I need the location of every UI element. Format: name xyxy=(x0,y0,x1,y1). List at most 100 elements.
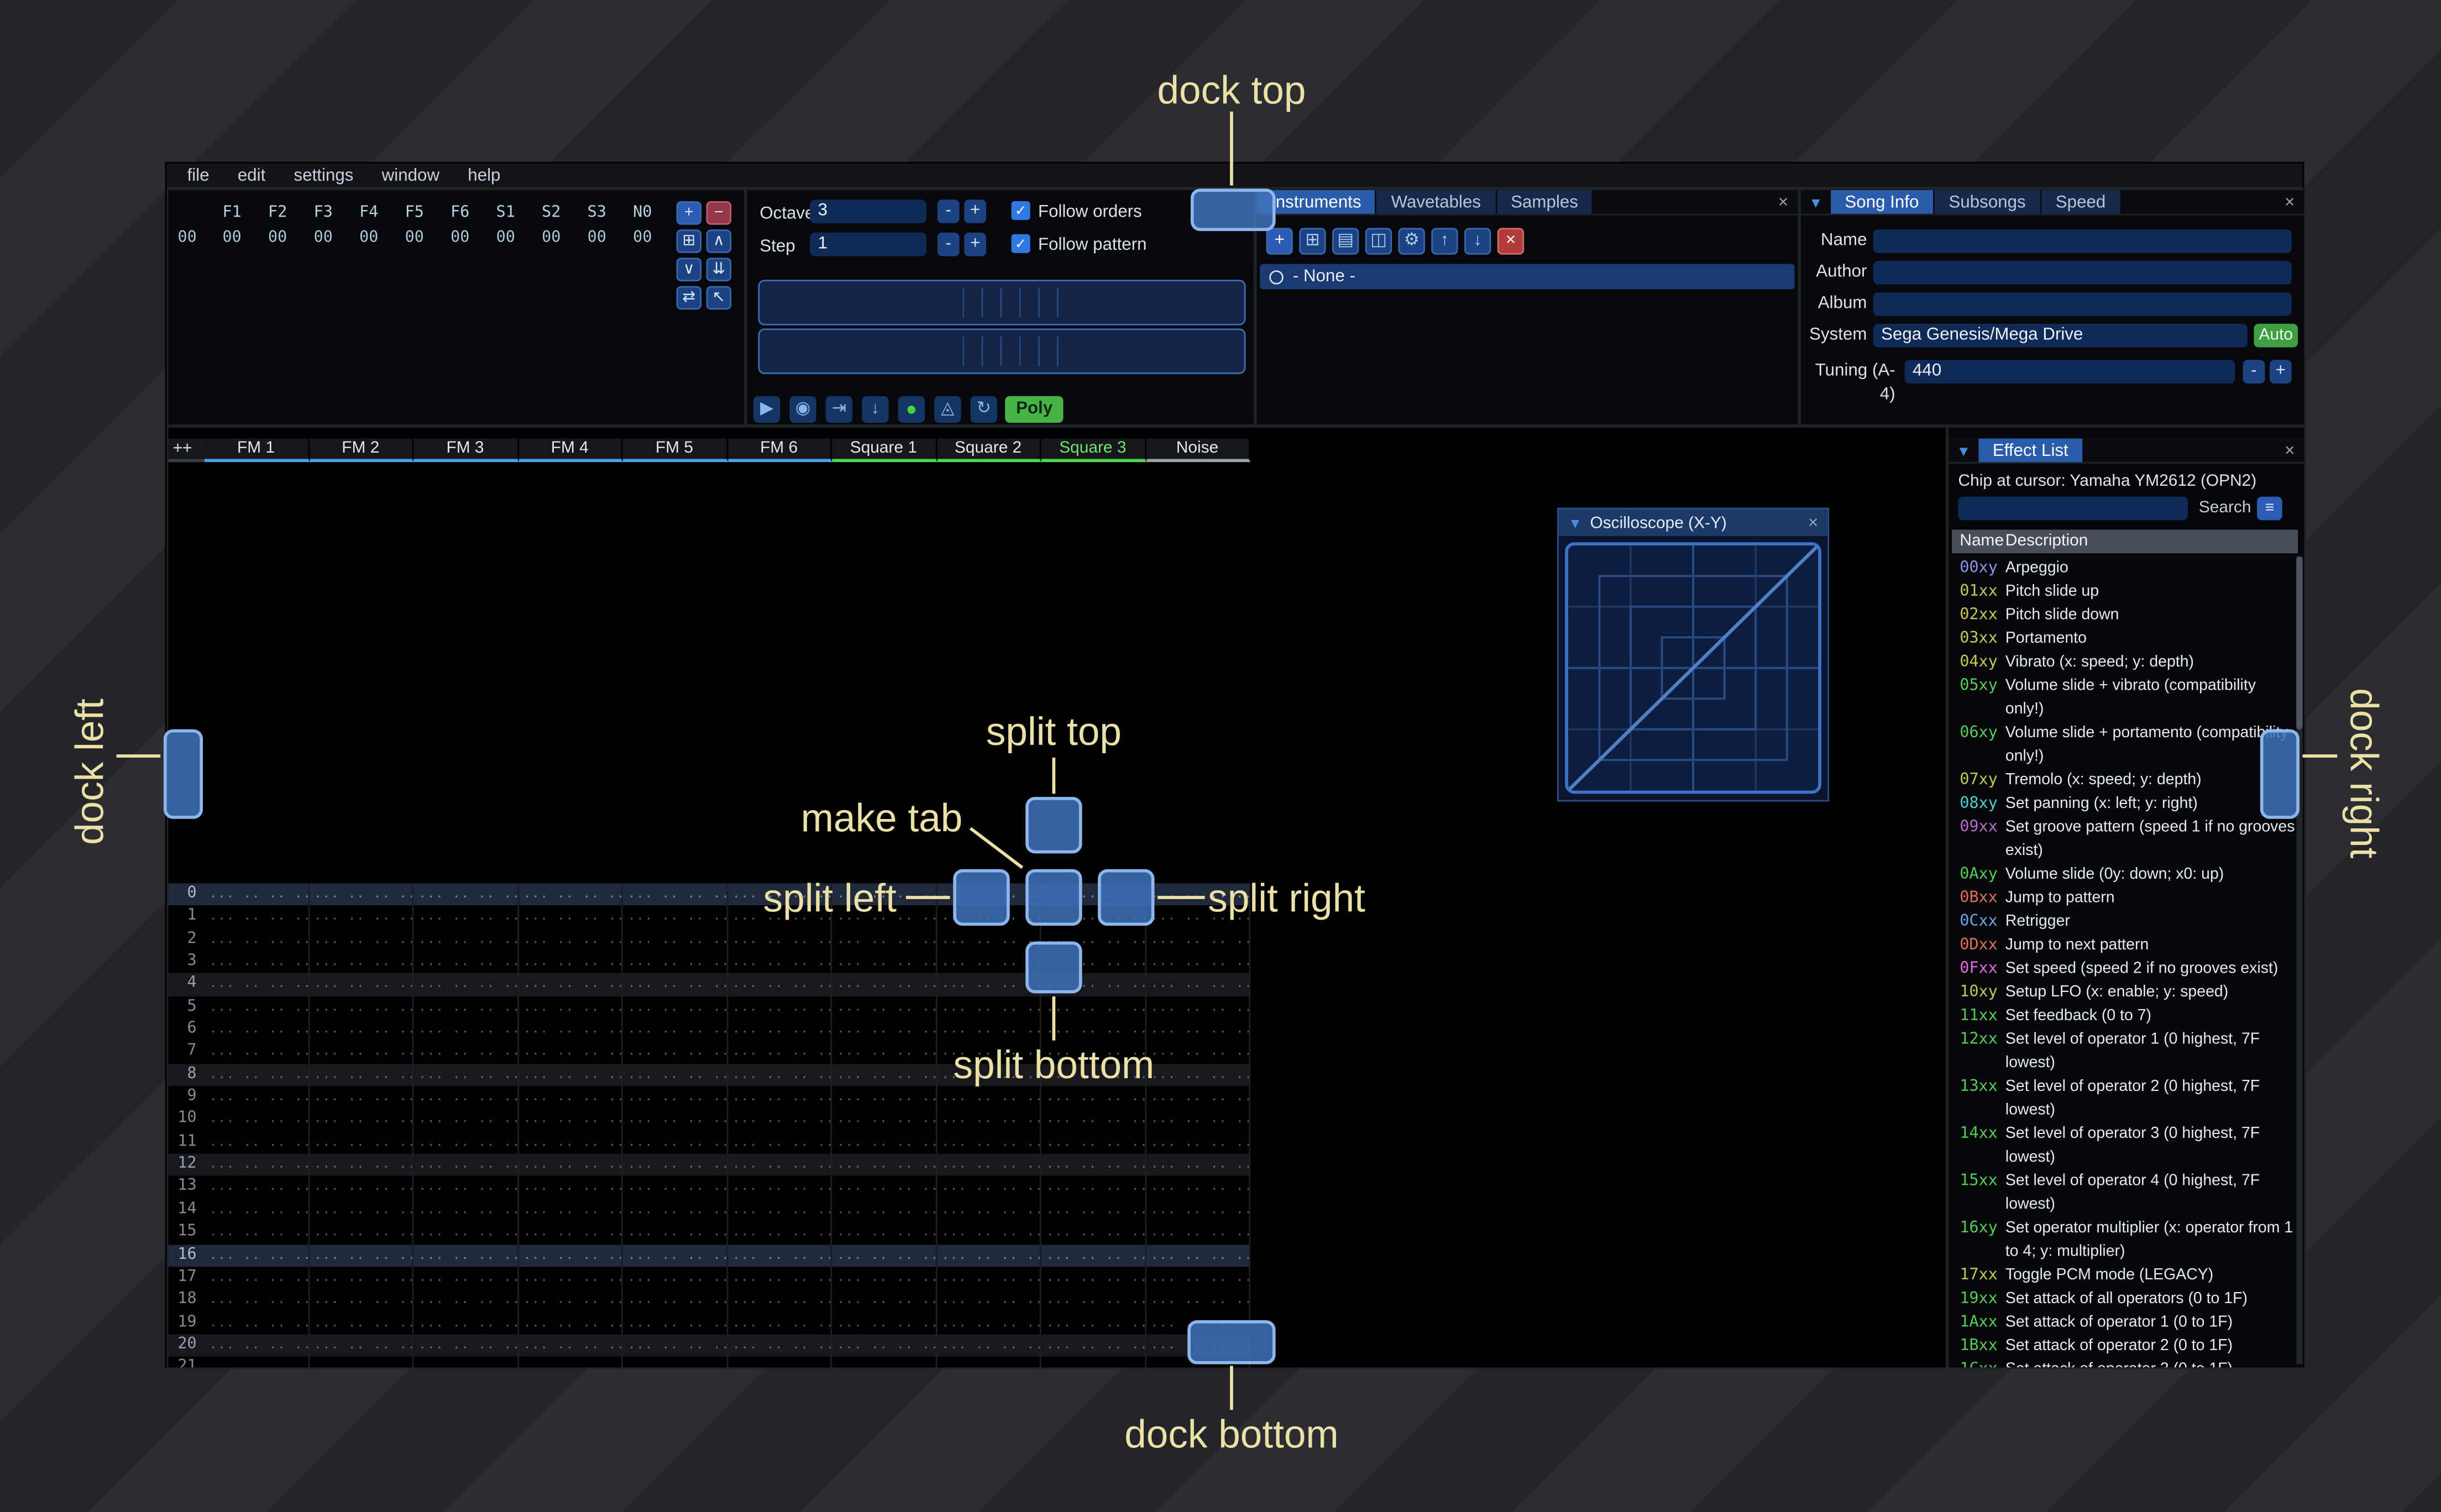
pattern-cell[interactable]: ... .. .. .... xyxy=(1041,1131,1146,1154)
pattern-cell[interactable]: ... .. .. .... xyxy=(518,951,623,974)
pattern-cell[interactable]: ... .. .. .... xyxy=(309,1131,414,1154)
move-order-down-button[interactable]: ∨ xyxy=(676,258,702,282)
pattern-cell[interactable]: ... .. .. .... xyxy=(205,1131,310,1154)
pattern-cell[interactable]: ... .. .. .... xyxy=(205,1041,310,1064)
channel-header-square-3[interactable]: Square 3 xyxy=(1041,438,1146,463)
pattern-cell[interactable]: ... .. .. .... xyxy=(832,1266,937,1289)
pattern-cell[interactable]: ... .. .. .... xyxy=(936,1153,1041,1177)
effect-row[interactable]: 12xx Set level of operator 1 (0 highest, … xyxy=(1952,1028,2295,1075)
octave-increase-button[interactable]: + xyxy=(964,200,987,223)
pattern-cell[interactable]: ... .. .. .... xyxy=(205,883,310,906)
effect-row[interactable]: 08xy Set panning (x: left; y: right) xyxy=(1952,792,2295,816)
add-order-button[interactable]: + xyxy=(676,201,702,225)
effect-row[interactable]: 10xy Setup LFO (x: enable; y: speed) xyxy=(1952,981,2295,1005)
pattern-cell[interactable]: ... .. .. .... xyxy=(623,1019,727,1041)
orders-cell[interactable]: 00 xyxy=(528,229,574,246)
pattern-cell[interactable]: ... .. .. .... xyxy=(832,928,937,951)
pattern-cell[interactable]: ... .. .. .... xyxy=(413,1244,518,1267)
auto-system-button[interactable]: Auto xyxy=(2254,323,2298,348)
tab-wavetables[interactable]: Wavetables xyxy=(1377,190,1495,214)
pattern-cell[interactable]: ... .. .. .... xyxy=(205,1199,310,1222)
pattern-cell[interactable]: ... .. .. .... xyxy=(413,1086,518,1109)
pattern-cell[interactable]: ... .. .. .... xyxy=(727,973,832,996)
pattern-cell[interactable]: ... .. .. .... xyxy=(205,1334,310,1357)
pattern-cell[interactable]: ... .. .. .... xyxy=(727,1311,832,1335)
pattern-cell[interactable]: ... .. .. .... xyxy=(1041,1086,1146,1109)
pattern-cell[interactable]: ... .. .. .... xyxy=(1146,1019,1251,1041)
effect-row[interactable]: 17xx Toggle PCM mode (LEGACY) xyxy=(1952,1264,2295,1288)
pattern-cell[interactable]: ... .. .. .... xyxy=(413,1266,518,1289)
pattern-cell[interactable]: ... .. .. .... xyxy=(936,1176,1041,1199)
pattern-cell[interactable]: ... .. .. .... xyxy=(1146,1289,1251,1312)
pattern-cell[interactable]: ... .. .. .... xyxy=(623,883,727,906)
pattern-cell[interactable]: ... .. .. .... xyxy=(309,1311,414,1335)
name-input[interactable] xyxy=(1873,229,2292,253)
piano-keyboard-lower[interactable] xyxy=(758,328,1246,374)
pattern-cell[interactable]: ... .. .. .... xyxy=(623,1131,727,1154)
collapse-triangle-icon[interactable]: ▼ xyxy=(1801,190,1831,214)
orders-cell[interactable]: 00 xyxy=(483,229,529,246)
pattern-cell[interactable]: ... .. .. .... xyxy=(205,1019,310,1041)
tab-effect-list[interactable]: Effect List xyxy=(1978,438,2083,463)
pattern-cell[interactable]: ... .. .. .... xyxy=(518,1244,623,1267)
follow-orders-checkbox[interactable]: ✓ xyxy=(1011,201,1030,221)
pattern-cell[interactable]: ... .. .. .... xyxy=(518,1041,623,1064)
pattern-cell[interactable]: ... .. .. .... xyxy=(309,1244,414,1267)
pattern-cell[interactable]: ... .. .. .... xyxy=(309,1153,414,1177)
orders-cell[interactable]: 00 xyxy=(574,229,620,246)
pattern-cell[interactable]: ... .. .. .... xyxy=(309,1289,414,1312)
step-increase-button[interactable]: + xyxy=(964,232,987,256)
effect-row[interactable]: 1Bxx Set attack of operator 2 (0 to 1F) xyxy=(1952,1335,2295,1358)
pattern-cell[interactable]: ... .. .. .... xyxy=(1146,928,1251,951)
move-instrument-down-button[interactable]: ↓ xyxy=(1464,228,1491,255)
pattern-cell[interactable]: ... .. .. .... xyxy=(413,1199,518,1222)
pattern-cell[interactable]: ... .. .. .... xyxy=(518,883,623,906)
pattern-cell[interactable]: ... .. .. .... xyxy=(1041,1176,1146,1199)
dock-bottom-target[interactable] xyxy=(1187,1320,1276,1364)
pattern-cell[interactable]: ... .. .. .... xyxy=(1146,1063,1251,1086)
pattern-cell[interactable]: ... .. .. .... xyxy=(623,973,727,996)
effect-row[interactable]: 16xy Set operator multiplier (x: operator… xyxy=(1952,1216,2295,1263)
metronome-button[interactable]: ◬ xyxy=(934,396,961,423)
pattern-cell[interactable]: ... .. .. .... xyxy=(309,1199,414,1222)
pattern-cell[interactable]: ... .. .. .... xyxy=(832,1244,937,1267)
effect-row[interactable]: 1Axx Set attack of operator 1 (0 to 1F) xyxy=(1952,1311,2295,1335)
pattern-cell[interactable]: ... .. .. .... xyxy=(518,1086,623,1109)
pattern-cell[interactable]: ... .. .. .... xyxy=(1041,1289,1146,1312)
pattern-cell[interactable]: ... .. .. .... xyxy=(623,1266,727,1289)
delete-instrument-button[interactable]: × xyxy=(1497,228,1525,255)
menu-item-help[interactable]: help xyxy=(454,162,515,188)
pattern-cell[interactable]: ... .. .. .... xyxy=(518,996,623,1019)
pattern-cell[interactable]: ... .. .. .... xyxy=(623,1311,727,1335)
effect-row[interactable]: 03xx Portamento xyxy=(1952,627,2295,651)
remove-order-button[interactable]: − xyxy=(706,201,732,225)
channel-header-square-2[interactable]: Square 2 xyxy=(936,438,1041,463)
channel-header-noise[interactable]: Noise xyxy=(1145,438,1251,463)
pattern-cell[interactable]: ... .. .. .... xyxy=(1041,1221,1146,1245)
tab-samples[interactable]: Samples xyxy=(1496,190,1593,214)
pattern-cell[interactable]: ... .. .. .... xyxy=(727,1199,832,1222)
pattern-cell[interactable]: ... .. .. .... xyxy=(518,1131,623,1154)
scrollbar-thumb[interactable] xyxy=(2296,556,2303,729)
pattern-cell[interactable]: ... .. .. .... xyxy=(518,928,623,951)
pattern-cell[interactable]: ... .. .. .... xyxy=(727,1041,832,1064)
pattern-cell[interactable]: ... .. .. .... xyxy=(623,951,727,974)
dock-right-target[interactable] xyxy=(2260,729,2299,819)
effect-row[interactable]: 0Fxx Set speed (speed 2 if no grooves exi… xyxy=(1952,957,2295,981)
dock-left-target[interactable] xyxy=(163,729,203,819)
orders-cell[interactable]: 00 xyxy=(300,229,346,246)
pattern-cell[interactable]: ... .. .. .... xyxy=(413,883,518,906)
pattern-cell[interactable]: ... .. .. .... xyxy=(623,996,727,1019)
effect-row[interactable]: 02xx Pitch slide down xyxy=(1952,603,2295,627)
pattern-cell[interactable]: ... .. .. .... xyxy=(309,1109,414,1132)
pattern-cell[interactable]: ... .. .. .... xyxy=(205,1176,310,1199)
pattern-cell[interactable]: ... .. .. .... xyxy=(832,1109,937,1132)
effect-row[interactable]: 00xy Arpeggio xyxy=(1952,556,2295,580)
pattern-cell[interactable]: ... .. .. .... xyxy=(727,1109,832,1132)
pattern-cell[interactable]: ... .. .. .... xyxy=(1041,1019,1146,1041)
pattern-cell[interactable]: ... .. .. .... xyxy=(623,1199,727,1222)
follow-pattern-checkbox[interactable]: ✓ xyxy=(1011,234,1030,253)
pattern-cell[interactable]: ... .. .. .... xyxy=(623,1109,727,1132)
pattern-cell[interactable]: ... .. .. .... xyxy=(205,928,310,951)
pattern-cell[interactable]: ... .. .. .... xyxy=(309,906,414,928)
